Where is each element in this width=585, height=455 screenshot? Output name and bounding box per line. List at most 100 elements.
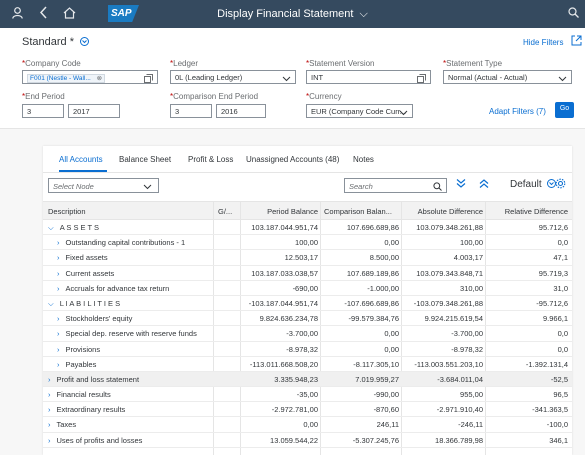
statement-version-field[interactable]: INT (306, 70, 431, 84)
currency-value: EUR (Company Code Curr... (311, 107, 407, 116)
chevron-down-icon[interactable] (558, 72, 567, 83)
chevron-down-icon[interactable] (399, 106, 408, 117)
tab-all-accounts[interactable]: All Accounts (59, 155, 103, 164)
cell-period-balance: -35,00 (296, 390, 318, 400)
tab-notes[interactable]: Notes (353, 155, 374, 164)
dropdown-circle-icon[interactable] (80, 37, 90, 46)
ledger-select[interactable]: 0L (Leading Ledger) (170, 70, 296, 84)
value-help-icon[interactable] (417, 72, 426, 83)
cell-period-balance: 3.335.948,23 (274, 374, 318, 384)
search-icon[interactable] (433, 180, 442, 193)
go-button[interactable]: Go (555, 102, 574, 118)
table-row[interactable]: › Taxes 0,00 246,11 -246,11 -100,0 (43, 417, 572, 433)
expand-row-icon[interactable]: › (48, 420, 51, 429)
end-period-input[interactable]: 3 (22, 104, 64, 118)
collapse-row-icon[interactable]: ⌵ (48, 223, 54, 232)
expand-row-icon[interactable]: › (48, 405, 51, 414)
statement-type-select[interactable]: Normal (Actual - Actual) (443, 70, 572, 84)
settings-icon[interactable] (555, 178, 566, 192)
select-node-dropdown[interactable]: Select Node (48, 178, 159, 193)
row-description-text: Extraordinary results (56, 405, 126, 415)
table-row[interactable]: › Uses of profits and losses 13.059.544,22… (43, 433, 572, 448)
table-variant-select[interactable]: Default (510, 179, 557, 190)
column-header-relative-difference[interactable]: Relative Difference (487, 207, 568, 216)
table-row[interactable]: ⌵ L I A B I L I T I E S -103.187.044.951,7… (43, 296, 572, 312)
collapse-row-icon[interactable]: ⌵ (48, 299, 54, 308)
column-header-absolute-difference[interactable]: Absolute Difference (405, 207, 483, 216)
cell-absolute-difference: -3.700,00 (451, 329, 483, 339)
expand-row-icon[interactable]: › (57, 314, 60, 323)
table-row[interactable]: › Extraordinary results -2.972.781,00 -870,… (43, 402, 572, 418)
chevron-down-icon[interactable] (282, 72, 291, 83)
adapt-filters-link[interactable]: Adapt Filters (7) (489, 107, 546, 116)
end-year-input[interactable]: 2017 (68, 104, 120, 118)
row-description-text: Outstanding capital contributions - 1 (65, 238, 186, 248)
value-help-icon[interactable] (144, 72, 153, 83)
table-row[interactable]: › Special dep. reserve with reserve funds… (43, 326, 572, 342)
chevron-down-icon[interactable] (143, 181, 152, 193)
row-description: ⌵ A S S E T S (48, 223, 99, 233)
expand-row-icon[interactable]: › (48, 390, 51, 399)
expand-row-icon[interactable]: › (57, 238, 60, 247)
app-title[interactable]: Display Financial Statement ⌵ (0, 8, 585, 21)
share-icon[interactable] (571, 35, 582, 49)
cell-absolute-difference: 100,00 (460, 238, 483, 248)
search-icon[interactable] (568, 7, 579, 21)
table-row[interactable]: › Outstanding capital contributions - 1 10… (43, 235, 572, 251)
search-placeholder: Search (349, 182, 373, 191)
token-remove-icon[interactable]: ⊗ (97, 75, 102, 82)
table-row[interactable]: › Current assets 103.187.033.038,57 107.689… (43, 266, 572, 281)
currency-select[interactable]: EUR (Company Code Curr... (306, 104, 413, 118)
expand-row-icon[interactable]: › (48, 436, 51, 445)
expand-row-icon[interactable]: › (57, 329, 60, 338)
table-row[interactable]: ⌵ A S S E T S 103.187.044.951,74 107.696.68… (43, 220, 572, 236)
collapse-all-icon[interactable] (479, 178, 489, 192)
column-header-gl[interactable]: G/... (218, 207, 232, 216)
expand-row-icon[interactable]: › (57, 269, 60, 278)
table-row[interactable]: › Profit and loss statement 3.335.948,23 7.… (43, 371, 572, 388)
statement-version-label: *Statement Version (306, 59, 375, 68)
table-row[interactable]: › Provisions -8.978,32 0,00 -8.978,32 0,0 (43, 342, 572, 357)
tab-balance-sheet[interactable]: Balance Sheet (119, 155, 171, 164)
company-code-field[interactable]: F001 (Nestle - Wall... ⊗ (22, 70, 158, 84)
expand-row-icon[interactable]: › (48, 375, 51, 384)
expand-all-icon[interactable] (456, 178, 466, 192)
table-row[interactable]: › Fixed assets 12.503,17 8.500,00 4.003,17 47… (43, 250, 572, 266)
column-header-description[interactable]: Description (48, 207, 86, 216)
row-description: › Fixed assets (57, 253, 108, 262)
cell-relative-difference: 31,0 (553, 283, 568, 293)
table-row[interactable]: › Financial results -35,00 -990,00 955,00 96,… (43, 387, 572, 403)
variant-title-text: Standard * (22, 36, 74, 48)
column-header-period-balance[interactable]: Period Balance (244, 207, 318, 216)
row-description: › Financial results (48, 390, 111, 399)
cell-comparison-balance: -107.696.689,86 (344, 298, 399, 308)
cell-relative-difference: 0,0 (557, 238, 568, 248)
column-header-comparison-balance[interactable]: Comparison Balan... (324, 207, 392, 216)
row-description-text: Accruals for advance tax return (65, 283, 170, 293)
expand-row-icon[interactable]: › (57, 360, 60, 369)
cell-relative-difference: -95.712,6 (536, 298, 568, 308)
select-node-placeholder: Select Node (53, 182, 94, 191)
search-input[interactable]: Search (344, 178, 447, 193)
table-row[interactable]: › Accruals for advance tax return -690,00 -… (43, 281, 572, 296)
hide-filters-link[interactable]: Hide Filters (523, 38, 563, 47)
cell-absolute-difference: -113.003.551.203,10 (414, 359, 483, 369)
tab-unassigned-accounts[interactable]: Unassigned Accounts (48) (246, 155, 339, 164)
company-code-token[interactable]: F001 (Nestle - Wall... ⊗ (27, 74, 106, 83)
cell-comparison-balance: 107.696.689,86 (346, 223, 399, 232)
comparison-year-input[interactable]: 2016 (216, 104, 266, 118)
cell-comparison-balance: -8.117.305,10 (353, 359, 399, 369)
currency-label: *Currency (306, 92, 342, 101)
expand-row-icon[interactable]: › (57, 345, 60, 354)
cell-relative-difference: 9.966,1 (542, 314, 568, 324)
table-row[interactable]: › Payables -113.011.668.508,20 -8.117.305,1… (43, 357, 572, 372)
comparison-period-input[interactable]: 3 (170, 104, 212, 118)
variant-title[interactable]: Standard * (22, 36, 90, 48)
comparison-end-period-label-text: Comparison End Period (173, 92, 259, 101)
tab-profit-loss[interactable]: Profit & Loss (188, 155, 233, 164)
expand-row-icon[interactable]: › (57, 284, 60, 293)
expand-row-icon[interactable]: › (57, 253, 60, 262)
table-row[interactable]: › Stockholders' equity 9.824.636.234,78 -99… (43, 311, 572, 327)
active-tab-indicator (59, 170, 107, 172)
statement-type-label: *Statement Type (443, 59, 502, 68)
